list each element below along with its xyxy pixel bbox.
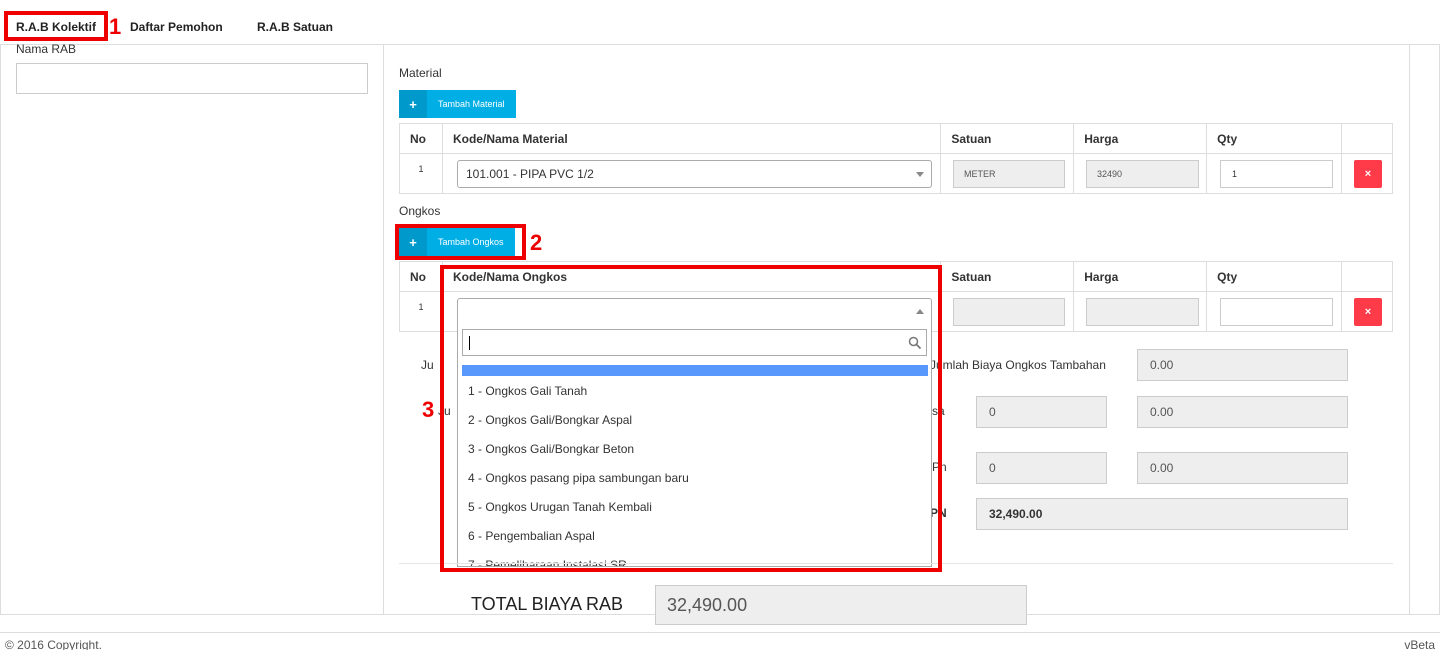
footer [0, 632, 1440, 650]
dropdown-search-input[interactable] [462, 329, 927, 356]
footer-copyright: © 2016 Copyright. [5, 638, 102, 650]
annotation-number-3: 3 [422, 397, 435, 422]
ongkos-row-no: 1 [399, 291, 443, 332]
material-delete-button[interactable]: × [1354, 160, 1382, 188]
close-icon: × [1364, 168, 1372, 180]
left-panel [0, 45, 384, 615]
summary-row3-label: Pn [932, 460, 947, 474]
ongkos-delete-button[interactable]: × [1354, 298, 1382, 326]
tambah-ongkos-button[interactable]: + Tambah Ongkos [399, 228, 515, 256]
summary-row2-value: 0.00 [1137, 396, 1348, 428]
tab-rab-satuan[interactable]: R.A.B Satuan [257, 20, 333, 34]
material-row-no: 1 [399, 153, 443, 194]
footer-version: vBeta [1404, 638, 1435, 650]
ongkos-satuan-field [953, 298, 1065, 326]
dropdown-option[interactable]: 6 - Pengembalian Aspal [468, 529, 595, 543]
plus-icon: + [399, 228, 427, 256]
ongkos-harga-field [1086, 298, 1199, 326]
tab-daftar-pemohon[interactable]: Daftar Pemohon [130, 20, 223, 34]
material-harga-field: 32490 [1086, 160, 1199, 188]
dropdown-option[interactable]: 1 - Ongkos Gali Tanah [468, 384, 587, 398]
chevron-up-icon [916, 309, 924, 314]
plus-icon: + [399, 90, 427, 118]
text-cursor [469, 336, 470, 350]
material-header-satuan: Satuan [940, 123, 1075, 154]
nama-rab-input[interactable] [16, 63, 368, 94]
dropdown-highlighted-option[interactable] [462, 365, 928, 376]
summary-label-fragment-2: Ju [438, 404, 451, 418]
jumlah-ongkos-tambahan-label: Jumlah Biaya Ongkos Tambahan [930, 358, 1106, 372]
dropdown-option[interactable]: 2 - Ongkos Gali/Bongkar Aspal [468, 413, 632, 427]
summary-row2-percent: 0 [976, 396, 1107, 428]
material-header-harga: Harga [1073, 123, 1208, 154]
material-header-kode: Kode/Nama Material [441, 123, 942, 154]
ongkos-select[interactable] [457, 298, 932, 326]
ongkos-header-qty: Qty [1206, 261, 1342, 292]
divider [399, 563, 1393, 564]
ongkos-header-satuan: Satuan [940, 261, 1075, 292]
summary-row4-label: PN [930, 506, 947, 520]
chevron-down-icon [916, 172, 924, 177]
material-select-value: 101.001 - PIPA PVC 1/2 [466, 167, 594, 181]
annotation-number-2: 2 [530, 230, 543, 255]
ongkos-header-kode: Kode/Nama Ongkos [441, 261, 942, 292]
total-biaya-label: TOTAL BIAYA RAB [471, 594, 624, 614]
material-qty-input[interactable]: 1 [1220, 160, 1333, 188]
tambah-material-label: Tambah Material [438, 99, 505, 109]
ongkos-qty-input[interactable] [1220, 298, 1333, 326]
summary-row3-percent: 0 [976, 452, 1107, 484]
ongkos-dropdown: 1 - Ongkos Gali Tanah 2 - Ongkos Gali/Bo… [457, 325, 932, 567]
tambah-material-button[interactable]: + Tambah Material [399, 90, 516, 118]
close-icon: × [1364, 306, 1372, 318]
material-section-label: Material [399, 66, 442, 80]
ongkos-header-action [1341, 261, 1393, 292]
material-header-qty: Qty [1206, 123, 1342, 154]
total-biaya-field: 32,490.00 [655, 585, 1027, 625]
ongkos-section-label: Ongkos [399, 204, 441, 218]
dropdown-option[interactable]: 4 - Ongkos pasang pipa sambungan baru [468, 471, 689, 485]
tab-rab-kolektif[interactable]: R.A.B Kolektif [16, 20, 96, 34]
summary-row3-value: 0.00 [1137, 452, 1348, 484]
summary-label-fragment-1: Ju [421, 358, 434, 372]
material-satuan-field: METER [953, 160, 1065, 188]
summary-row4-value: 32,490.00 [976, 498, 1348, 530]
dropdown-option[interactable]: 5 - Ongkos Urugan Tanah Kembali [468, 500, 652, 514]
right-divider [1409, 45, 1410, 615]
annotation-number-1: 1 [109, 14, 122, 39]
material-select[interactable]: 101.001 - PIPA PVC 1/2 [457, 160, 932, 188]
ongkos-header-harga: Harga [1073, 261, 1208, 292]
ongkos-header-no: No [399, 261, 443, 292]
jumlah-ongkos-tambahan-field: 0.00 [1137, 349, 1348, 381]
material-header-action [1341, 123, 1393, 154]
search-icon [908, 336, 922, 350]
nama-rab-label: Nama RAB [16, 42, 77, 56]
dropdown-option[interactable]: 3 - Ongkos Gali/Bongkar Beton [468, 442, 634, 456]
summary-row2-label: sa [932, 404, 945, 418]
material-header-no: No [399, 123, 443, 154]
tambah-ongkos-label: Tambah Ongkos [438, 237, 504, 247]
